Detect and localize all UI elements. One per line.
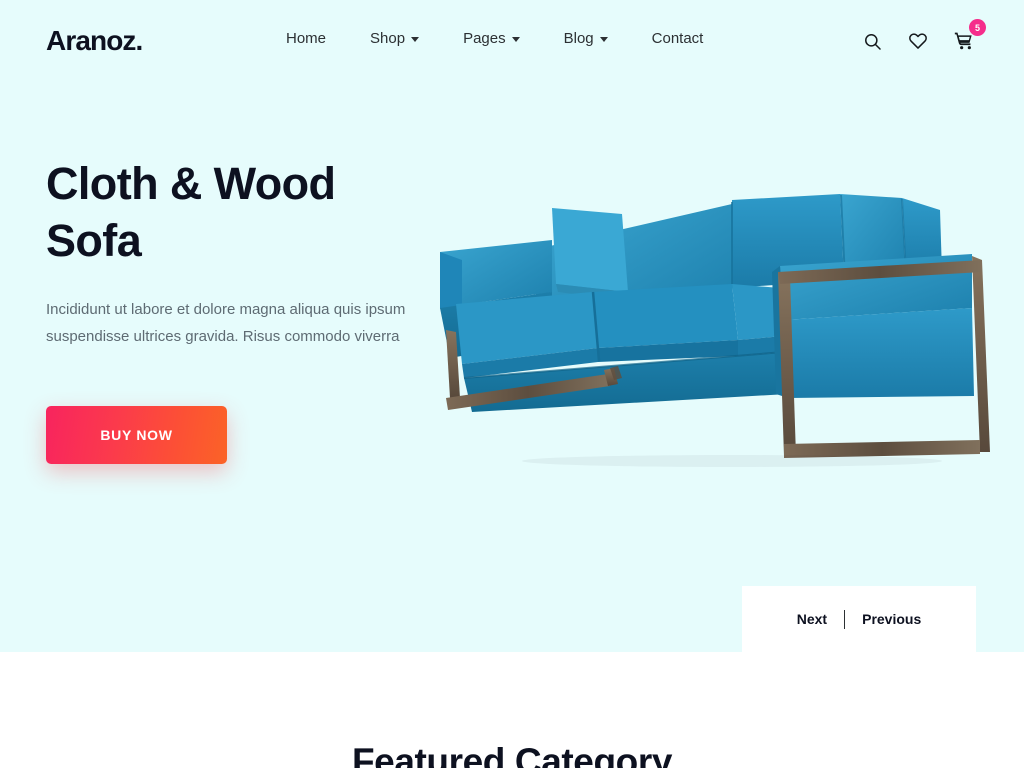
- hero-section: Aranoz. Home Shop Pages Blog Contact 5 C…: [0, 0, 1024, 652]
- nav-item-label: Blog: [563, 30, 594, 47]
- nav-item-label: Pages: [463, 30, 506, 47]
- nav-item-label: Contact: [651, 30, 704, 47]
- search-icon[interactable]: [860, 28, 884, 54]
- hero-description: Incididunt ut labore et dolore magna ali…: [46, 301, 406, 345]
- slider-next-button[interactable]: Next: [780, 611, 844, 627]
- hero-title-line-1: Cloth & Wood: [46, 158, 336, 209]
- nav-item-label: Home: [286, 30, 327, 47]
- heart-icon[interactable]: [906, 28, 930, 54]
- nav-item-label: Shop: [370, 30, 406, 47]
- chevron-down-icon: [599, 37, 608, 42]
- page-title: Cloth & Wood Sofa: [46, 155, 446, 269]
- hero-product-image: [432, 180, 1002, 470]
- slider-navigation: Next Previous: [742, 586, 976, 652]
- nav-item-contact[interactable]: Contact: [630, 30, 726, 47]
- buy-now-button[interactable]: BUY NOW: [46, 406, 227, 464]
- hero-title-line-2: Sofa: [46, 215, 142, 266]
- header-actions: 5: [860, 19, 986, 54]
- featured-category-section: Featured Category: [0, 652, 1024, 768]
- cart-count-badge: 5: [969, 19, 986, 36]
- shopping-cart-icon[interactable]: 5: [952, 19, 986, 54]
- nav-item-shop[interactable]: Shop: [348, 30, 441, 47]
- slider-previous-button[interactable]: Previous: [845, 611, 938, 627]
- brand-logo[interactable]: Aranoz.: [46, 25, 143, 57]
- chevron-down-icon: [411, 37, 420, 42]
- nav-item-blog[interactable]: Blog: [542, 30, 630, 47]
- main-navigation: Home Shop Pages Blog Contact: [286, 30, 725, 47]
- nav-item-pages[interactable]: Pages: [441, 30, 542, 47]
- site-header: Aranoz. Home Shop Pages Blog Contact 5: [0, 0, 1024, 82]
- hero-copy: Cloth & Wood Sofa Incididunt ut labore e…: [46, 155, 446, 464]
- nav-item-home[interactable]: Home: [286, 30, 348, 47]
- featured-category-heading: Featured Category: [351, 741, 673, 768]
- chevron-down-icon: [511, 37, 520, 42]
